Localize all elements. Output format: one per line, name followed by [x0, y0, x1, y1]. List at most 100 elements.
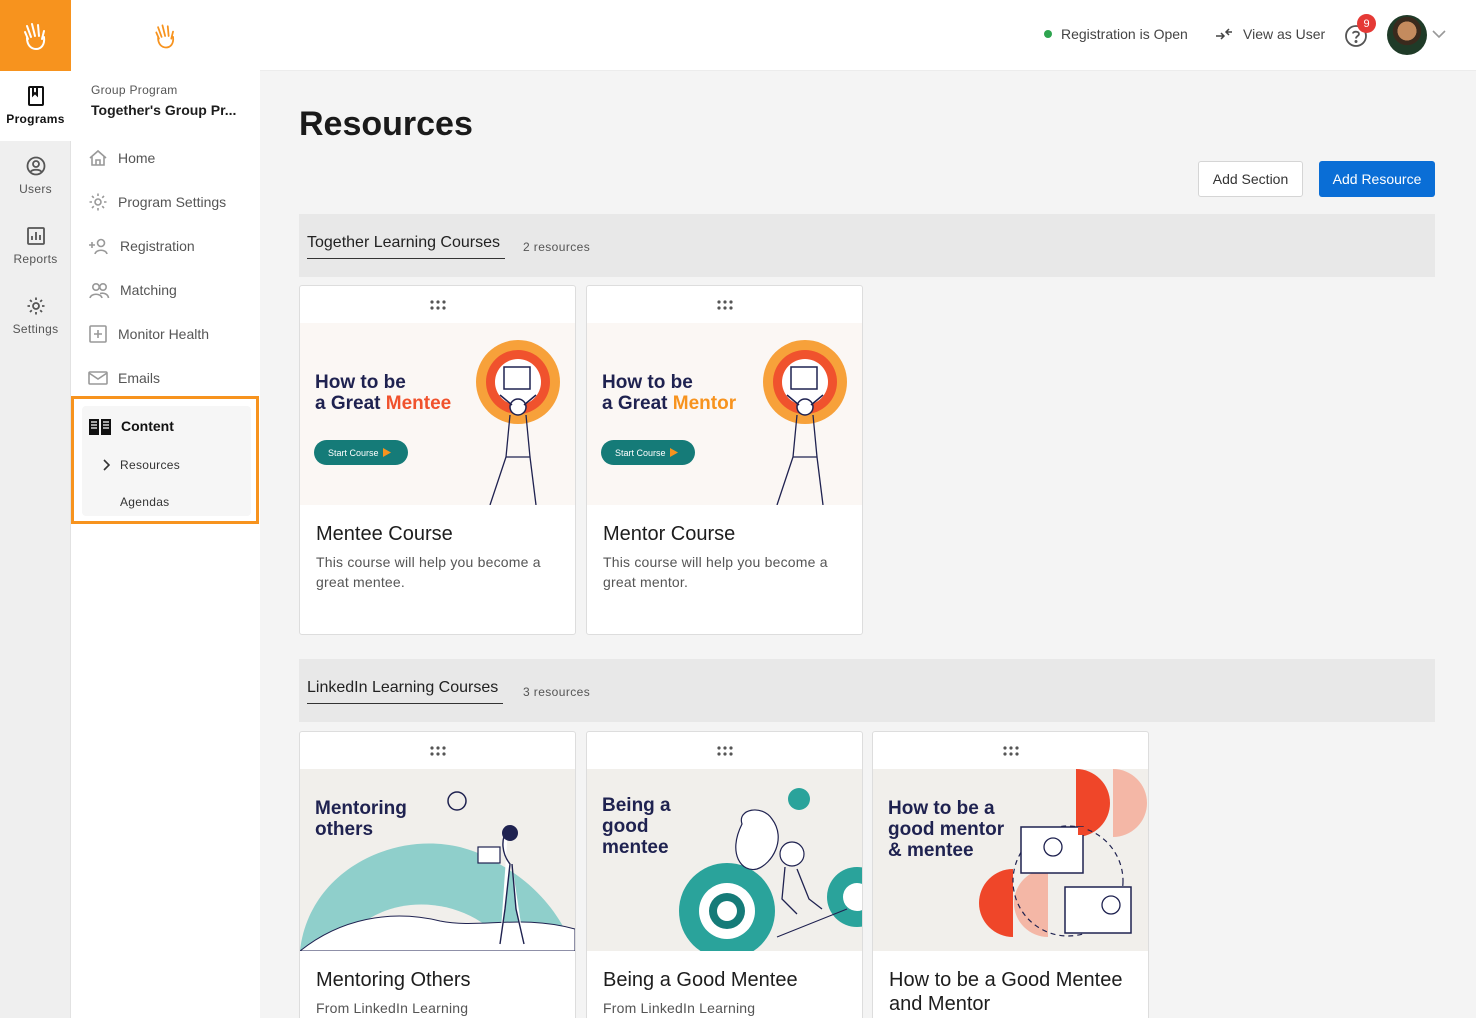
thumbnail-heading: Being a good mentee [602, 795, 671, 858]
group-program-name: Together's Group Pr... [91, 102, 237, 118]
resource-card[interactable]: How to be a good mentor & mentee How to … [872, 731, 1149, 1018]
rail-item-reports[interactable]: Reports [0, 211, 71, 281]
nav-subitem-resources[interactable]: Resources [82, 446, 251, 483]
resource-card[interactable]: How to be a Great Mentor Start Course Me… [586, 285, 863, 635]
resource-title: Mentoring Others [316, 969, 471, 991]
nav-subitem-label: Resources [120, 457, 181, 472]
drag-dots-icon [716, 745, 733, 756]
rail-label: Settings [12, 322, 59, 336]
thumbnail-line-text: a Great [315, 393, 386, 414]
chevron-down-icon[interactable] [1432, 30, 1446, 39]
rail-item-users[interactable]: Users [0, 141, 71, 211]
content-highlight: Content Resources Agendas [71, 396, 259, 524]
main-content: Resources Add Section Add Resource Toget… [260, 71, 1476, 1018]
nav-item-label: Emails [118, 370, 161, 386]
resource-thumbnail: Mentoring others [300, 769, 575, 951]
certificate-illustration [763, 340, 847, 505]
nav-item-label: Matching [120, 282, 177, 298]
registration-status: Registration is Open [1044, 26, 1188, 42]
rail-label: Programs [6, 112, 65, 126]
nav-item-label: Monitor Health [118, 326, 210, 342]
thumbnail-heading: How to be a Great Mentor [602, 372, 736, 414]
drag-handle[interactable] [873, 732, 1148, 769]
rail-item-programs[interactable]: Programs [0, 71, 71, 141]
section-title[interactable]: LinkedIn Learning Courses [307, 679, 504, 704]
thumbnail-line: & mentee [888, 840, 974, 861]
resource-title: Mentee Course [316, 523, 453, 545]
drag-dots-icon [1002, 745, 1019, 756]
hand-wave-icon [154, 24, 174, 48]
resource-card[interactable]: Being a good mentee Being a Good Mentee … [586, 731, 863, 1018]
thumbnail-line: Mentoring [315, 798, 407, 819]
page-title: Resources [299, 105, 473, 143]
thumbnail-accent-word: Mentee [385, 393, 452, 414]
nav-item-matching[interactable]: Matching [71, 268, 260, 312]
section-header: Together Learning Courses 2 resources [299, 214, 1435, 277]
brand-logo [71, 0, 260, 71]
section-header: LinkedIn Learning Courses 3 resources [299, 659, 1435, 722]
nav-item-registration[interactable]: Registration [71, 224, 260, 268]
rail-item-settings[interactable]: Settings [0, 281, 71, 351]
thumbnail-line: Being a [602, 795, 671, 816]
drag-handle[interactable] [587, 286, 862, 323]
resource-description: From LinkedIn Learning [316, 1000, 469, 1016]
nav-item-content[interactable]: Content [82, 406, 251, 446]
nav-item-monitor-health[interactable]: Monitor Health [71, 312, 260, 356]
resource-description: From LinkedIn Learning [603, 1000, 756, 1016]
left-rail: Programs Users Reports Settings [0, 0, 71, 1018]
open-book-icon [89, 419, 111, 435]
section-count: 3 resources [523, 685, 591, 699]
resource-thumbnail: How to be a Great Mentee Start Course [300, 323, 575, 505]
thumbnail-line-text: a Great [602, 393, 673, 414]
nav-item-emails[interactable]: Emails [71, 356, 260, 400]
view-as-user-label: View as User [1243, 26, 1326, 42]
drag-dots-icon [429, 745, 446, 756]
drag-handle[interactable] [300, 732, 575, 769]
drag-handle[interactable] [300, 286, 575, 323]
thumbnail-line: mentee [602, 837, 669, 858]
user-circle-icon [26, 156, 45, 176]
nav-item-label: Program Settings [118, 194, 227, 210]
thumbnail-line: How to be [315, 372, 406, 393]
thumbnail-line: a Great Mentor [602, 393, 736, 414]
rail-label: Reports [13, 252, 58, 266]
resource-thumbnail: Being a good mentee [587, 769, 862, 951]
bar-chart-icon [26, 227, 45, 245]
add-resource-button[interactable]: Add Resource [1319, 161, 1435, 197]
content-group: Content Resources Agendas [82, 406, 251, 516]
thumbnail-line: How to be a [888, 798, 995, 819]
status-dot [1044, 30, 1052, 38]
resource-description: This course will help you become a great… [603, 554, 828, 590]
resource-card[interactable]: How to be a Great Mentee Start Course Me… [299, 285, 576, 635]
resource-title: Being a Good Mentee [603, 969, 798, 991]
avatar[interactable] [1387, 15, 1427, 55]
drag-handle[interactable] [587, 732, 862, 769]
thumbnail-line: a Great Mentee [315, 393, 451, 414]
section-title[interactable]: Together Learning Courses [307, 234, 506, 259]
nav-subitem-agendas[interactable]: Agendas [82, 483, 251, 520]
app-logo[interactable] [0, 0, 71, 71]
gear-icon [27, 297, 44, 315]
resource-description: This course will help you become a great… [316, 554, 541, 590]
nav-subitem-label: Agendas [120, 494, 170, 509]
notification-badge: 9 [1357, 14, 1376, 33]
nav-item-label: Home [118, 150, 156, 166]
secondary-nav: Group Program Together's Group Pr... Hom… [71, 0, 260, 1018]
resource-card[interactable]: Mentoring others Mentoring Others From L… [299, 731, 576, 1018]
thumbnail-heading: Mentoring others [315, 798, 407, 840]
add-person-icon [89, 238, 108, 255]
chevron-right-icon [103, 458, 110, 471]
resource-title: Mentor Course [603, 523, 736, 545]
start-course-label: Start Course [328, 447, 379, 458]
bookmark-icon [27, 86, 44, 106]
thumbnail-line: good mentor [888, 819, 1005, 840]
add-section-button[interactable]: Add Section [1198, 161, 1303, 197]
nav-item-program-settings[interactable]: Program Settings [71, 180, 260, 224]
view-as-user-button[interactable]: View as User [1214, 26, 1325, 42]
home-icon [89, 149, 107, 166]
start-course-graphic: Start Course [314, 440, 408, 465]
resource-title: How to be a Good Mentee and Mentor [889, 969, 1123, 1015]
top-bar: Registration is Open View as User 9 [260, 0, 1476, 71]
thumbnail-line: How to be [602, 372, 693, 393]
nav-item-home[interactable]: Home [71, 136, 260, 180]
